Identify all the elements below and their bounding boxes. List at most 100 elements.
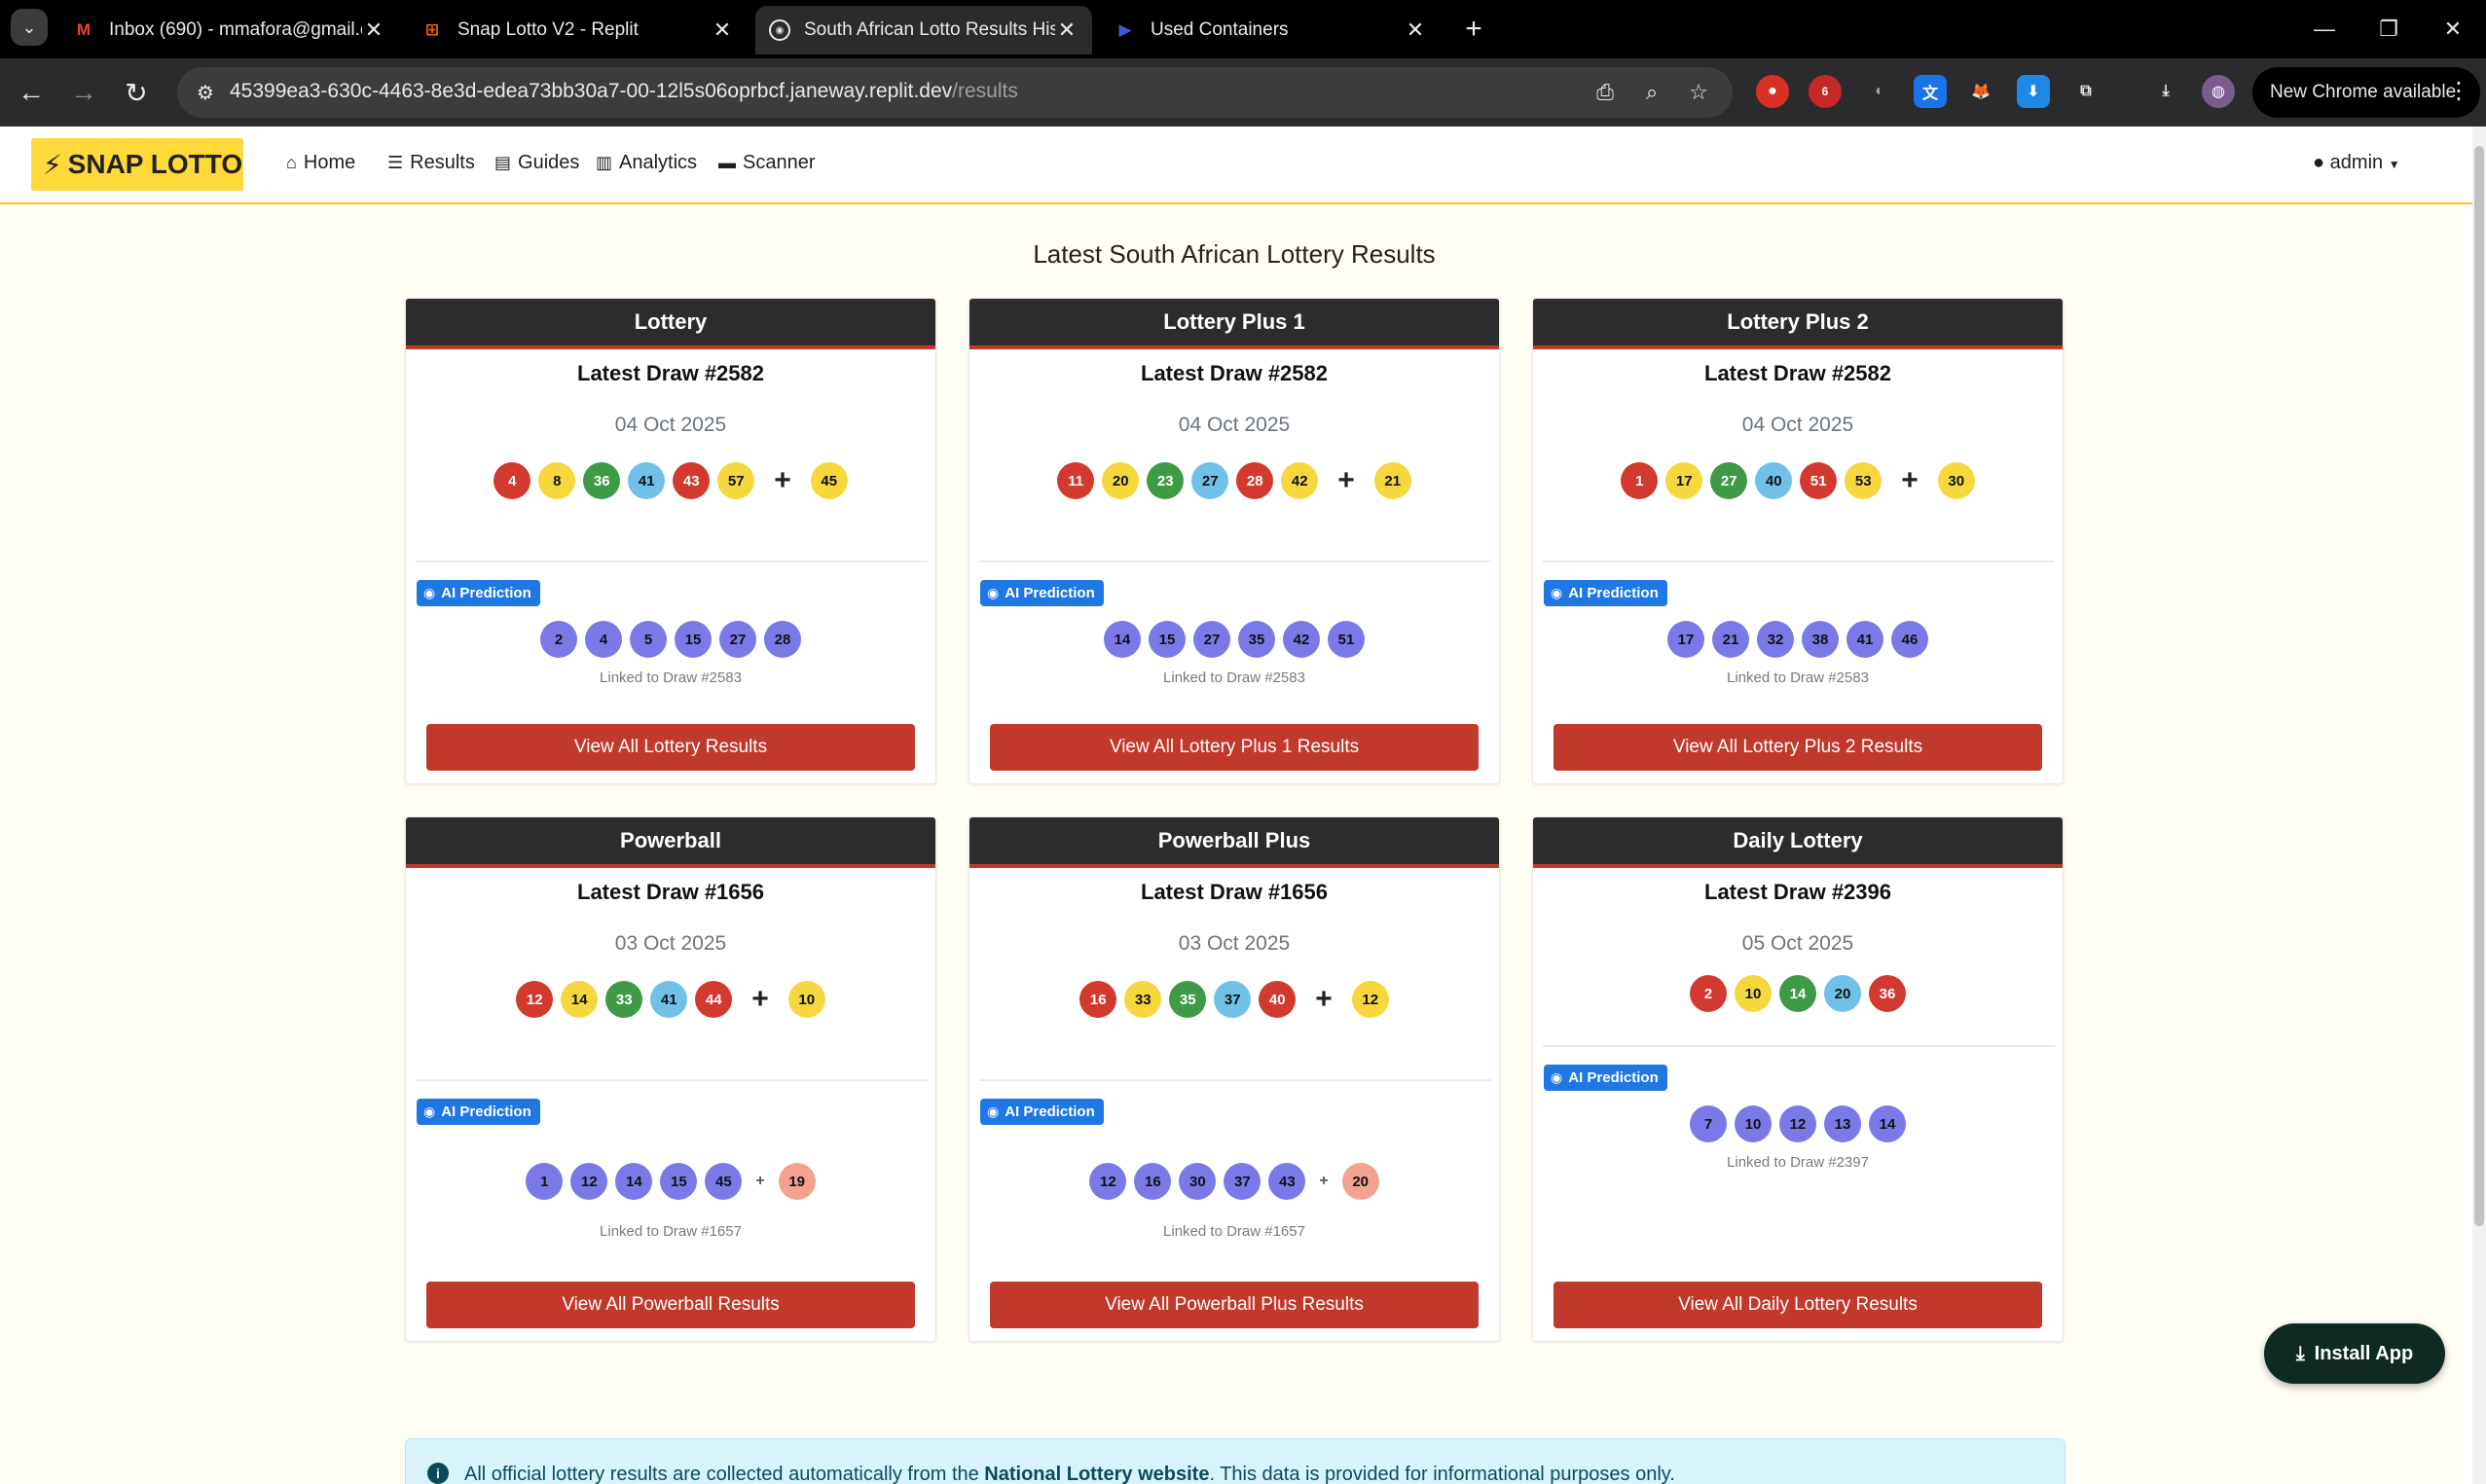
plus-separator: + — [1315, 983, 1333, 1015]
prediction-ball: 32 — [1757, 621, 1794, 658]
info-text-post: . This data is provided for informationa… — [1209, 1464, 1675, 1484]
ball: 40 — [1755, 462, 1793, 499]
browser-toolbar: ← → ↻ ⚙ 45399ea3-630c-4463-8e3d-edea73bb… — [0, 58, 2486, 127]
main-content: Latest South African Lottery Results Lot… — [0, 206, 2463, 1484]
winning-numbers: 2 10 14 20 36 — [1533, 975, 2063, 1012]
brand-logo[interactable]: ⚡ SNAP LOTTO — [31, 138, 243, 191]
prediction-ball: 15 — [1149, 621, 1186, 658]
close-icon[interactable]: ✕ — [711, 18, 734, 43]
install-app-button[interactable]: ⤓ Install App — [2264, 1323, 2445, 1384]
list-icon: ☰ — [387, 153, 404, 172]
forward-button[interactable]: → — [64, 73, 103, 112]
ai-prediction-badge: ◉ AI Prediction — [417, 1099, 540, 1125]
ai-prediction-label: AI Prediction — [441, 1104, 531, 1120]
tab-lotto-results[interactable]: ◉ South African Lotto Results Hist ✕ — [755, 6, 1092, 54]
extension-fox-icon[interactable]: 🦊 — [1964, 75, 1997, 108]
card-header: Lottery — [406, 299, 935, 349]
nav-analytics[interactable]: ▥ Analytics — [596, 152, 697, 174]
predicted-numbers: 14 15 27 35 42 51 — [969, 621, 1499, 658]
star-icon[interactable]: ☆ — [1684, 78, 1713, 107]
prediction-ball: 2 — [540, 621, 577, 658]
view-all-results-button[interactable]: View All Lottery Plus 1 Results — [990, 724, 1479, 771]
ball: 33 — [605, 981, 643, 1018]
nav-guides[interactable]: ▤ Guides — [494, 152, 579, 174]
view-all-results-button[interactable]: View All Powerball Results — [426, 1282, 915, 1328]
back-button[interactable]: ← — [12, 73, 51, 112]
view-all-results-button[interactable]: View All Lottery Results — [426, 724, 915, 771]
prediction-ball: 12 — [570, 1163, 608, 1200]
brain-icon: ◉ — [987, 585, 1000, 600]
national-lottery-link[interactable]: National Lottery website — [984, 1464, 1209, 1484]
nav-home-label: Home — [303, 152, 356, 173]
extension-adblock-icon[interactable]: ● — [1756, 75, 1789, 108]
draw-number: Latest Draw #1656 — [577, 880, 764, 904]
prediction-ball: 16 — [1134, 1163, 1172, 1200]
ball: 35 — [1169, 981, 1207, 1018]
extension-badge-icon[interactable]: 6 — [1809, 75, 1842, 108]
view-all-results-button[interactable]: View All Lottery Plus 2 Results — [1554, 724, 2042, 771]
url-text[interactable]: 45399ea3-630c-4463-8e3d-edea73bb30a7-00-… — [230, 80, 1018, 103]
result-card: Daily Lottery Latest Draw #2396 05 Oct 202… — [1532, 816, 2064, 1342]
view-all-results-button[interactable]: View All Daily Lottery Results — [1554, 1282, 2042, 1328]
result-card: Lottery Plus 2 Latest Draw #2582 04 Oct 20… — [1532, 298, 2064, 784]
close-icon[interactable]: ✕ — [1404, 18, 1427, 43]
scrollbar-thumb[interactable] — [2474, 146, 2484, 1226]
predicted-numbers: 1 12 14 15 45 +19 — [406, 1163, 935, 1200]
close-icon[interactable]: ✕ — [1055, 18, 1078, 43]
ball: 12 — [516, 981, 554, 1018]
ball: 10 — [1735, 975, 1772, 1012]
profile-avatar[interactable]: ◍ — [2202, 75, 2235, 108]
extensions-puzzle-icon[interactable]: ⧉ — [2069, 75, 2102, 108]
new-tab-button[interactable]: + — [1454, 10, 1493, 49]
ball: 57 — [717, 462, 755, 499]
ball: 33 — [1124, 981, 1162, 1018]
extension-circle-icon[interactable]: ◐ — [1863, 75, 1896, 108]
nav-home[interactable]: ⌂ Home — [286, 152, 355, 174]
tab-gmail[interactable]: M Inbox (690) - mmafora@gmail.c ✕ — [58, 6, 399, 54]
extension-download-helper-icon[interactable]: ⬇ — [2017, 75, 2050, 108]
zoom-icon[interactable]: ⌕ — [1637, 78, 1666, 107]
restore-button[interactable]: ❐ — [2359, 10, 2418, 49]
draw-date: 04 Oct 2025 — [1178, 414, 1291, 436]
downloads-icon[interactable]: ⤓ — [2149, 75, 2182, 108]
brain-icon: ◉ — [987, 1104, 1000, 1119]
ball: 27 — [1710, 462, 1748, 499]
ball: 17 — [1665, 462, 1703, 499]
address-bar[interactable]: ⚙ 45399ea3-630c-4463-8e3d-edea73bb30a7-0… — [177, 67, 1733, 118]
reload-icon: ↻ — [125, 77, 148, 108]
prediction-ball: 5 — [630, 621, 667, 658]
book-icon: ▤ — [494, 153, 512, 172]
close-window-button[interactable]: ✕ — [2424, 10, 2482, 49]
user-menu[interactable]: ● admin ▼ — [2313, 152, 2400, 174]
page-scrollbar[interactable] — [2472, 127, 2486, 1484]
nav-scanner[interactable]: ▬ Scanner — [718, 152, 816, 174]
close-icon[interactable]: ✕ — [362, 18, 385, 43]
ball: 23 — [1147, 462, 1185, 499]
result-card: Lottery Latest Draw #2582 04 Oct 2025 4 8 36 4… — [405, 298, 936, 784]
ball: 1 — [1621, 462, 1659, 499]
prediction-ball: 27 — [719, 621, 756, 658]
site-settings-icon[interactable]: ⚙ — [193, 80, 218, 105]
linked-draw: Linked to Draw #2583 — [1727, 670, 1869, 686]
minimize-button[interactable]: — — [2295, 10, 2354, 49]
install-page-icon[interactable]: ⎙ — [1590, 78, 1620, 107]
card-header: Lottery Plus 2 — [1533, 299, 2063, 349]
tab-used-containers[interactable]: ▶ Used Containers ✕ — [1100, 6, 1441, 54]
reload-button[interactable]: ↻ — [117, 73, 156, 112]
ai-prediction-label: AI Prediction — [441, 585, 531, 601]
nav-results[interactable]: ☰ Results — [387, 152, 475, 174]
linked-draw: Linked to Draw #1657 — [1163, 1223, 1305, 1240]
tab-replit[interactable]: ⊞ Snap Lotto V2 - Replit ✕ — [407, 6, 748, 54]
view-all-results-button[interactable]: View All Powerball Plus Results — [990, 1282, 1479, 1328]
url-path: /results — [952, 80, 1018, 102]
linked-draw: Linked to Draw #2583 — [1163, 670, 1305, 686]
new-chrome-available-button[interactable]: New Chrome available ⋮ — [2252, 67, 2480, 118]
ball: 2 — [1690, 975, 1727, 1012]
extension-translate-icon[interactable]: 文 — [1914, 75, 1947, 108]
containers-icon: ▶ — [1118, 20, 1132, 39]
prediction-ball: 15 — [660, 1163, 698, 1200]
ball: 41 — [628, 462, 666, 499]
prediction-ball: 51 — [1328, 621, 1365, 658]
tab-search-button[interactable]: ⌄ — [11, 9, 48, 46]
prediction-ball: 15 — [675, 621, 712, 658]
